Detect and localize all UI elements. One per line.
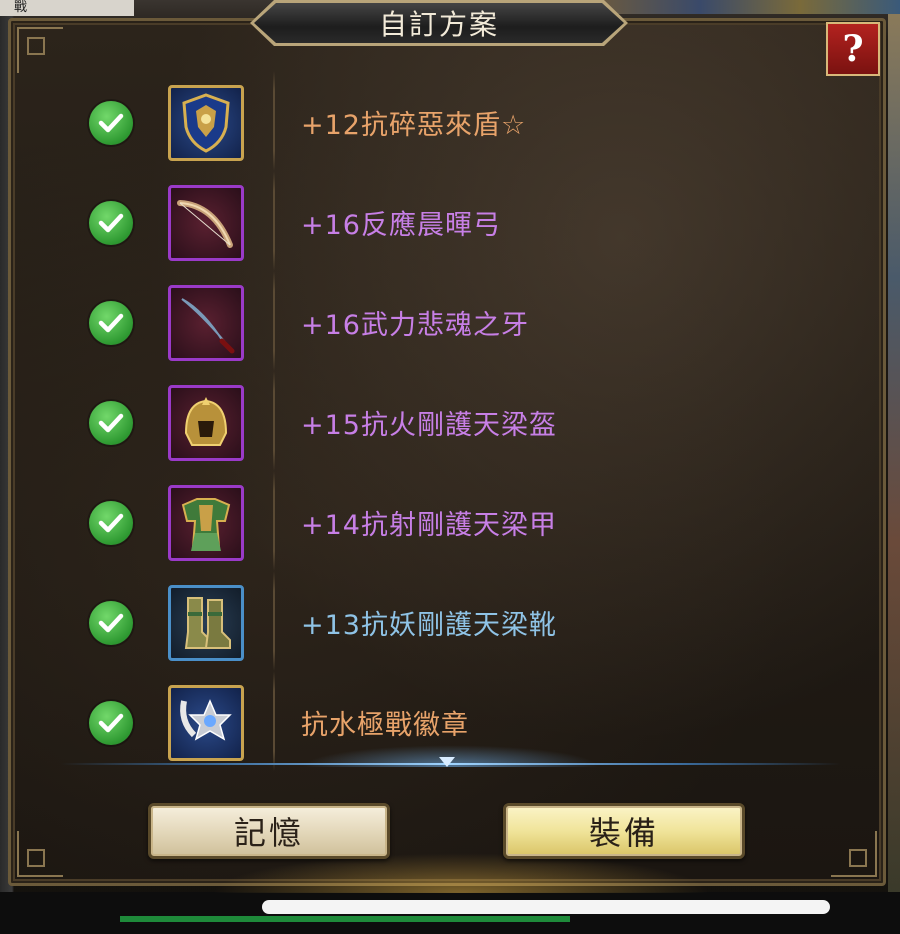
equipment-row[interactable]: +13抗妖剛護天梁靴: [11, 571, 891, 671]
scene-top-right-strip: [600, 0, 900, 14]
checkmark-icon[interactable]: [89, 501, 133, 545]
equipment-row[interactable]: +16武力悲魂之牙: [11, 271, 891, 371]
scene-top-left-label: 戰: [0, 0, 134, 16]
sword-icon[interactable]: [168, 285, 244, 361]
item-name: +14抗射剛護天梁甲: [301, 510, 557, 541]
armor-icon[interactable]: [168, 485, 244, 561]
equipment-row[interactable]: +16反應晨暉弓: [11, 171, 891, 271]
scroll-down-icon[interactable]: [439, 757, 455, 767]
equipment-row[interactable]: +14抗射剛護天梁甲: [11, 471, 891, 571]
window-title: 自訂方案: [378, 8, 499, 41]
row-divider: [273, 371, 275, 471]
memory-button[interactable]: 記憶: [148, 803, 390, 859]
corner-ornament: [831, 831, 877, 877]
checkmark-icon[interactable]: [89, 301, 133, 345]
scene-hp-bar: [120, 916, 570, 922]
help-button[interactable]: ?: [826, 22, 880, 76]
bottom-glow: [211, 853, 711, 893]
helmet-icon[interactable]: [168, 385, 244, 461]
checkmark-icon[interactable]: [89, 401, 133, 445]
shield-icon[interactable]: [168, 85, 244, 161]
row-divider: [273, 471, 275, 571]
row-divider: [273, 671, 275, 771]
item-name: 抗水極戰徽章: [301, 710, 469, 741]
item-name: +16武力悲魂之牙: [301, 310, 529, 341]
item-name: +15抗火剛護天梁盔: [301, 410, 557, 441]
corner-ornament: [17, 831, 63, 877]
row-divider: [273, 71, 275, 171]
equip-button[interactable]: 裝備: [503, 803, 745, 859]
row-divider: [273, 271, 275, 371]
checkmark-icon[interactable]: [89, 101, 133, 145]
checkmark-icon[interactable]: [89, 701, 133, 745]
badge-icon[interactable]: [168, 685, 244, 761]
corner-ornament: [17, 27, 63, 73]
title-plaque: 自訂方案: [254, 3, 624, 43]
item-name: +16反應晨暉弓: [301, 210, 501, 241]
checkmark-icon[interactable]: [89, 601, 133, 645]
home-indicator: [262, 900, 830, 914]
item-name: +13抗妖剛護天梁靴: [301, 610, 557, 641]
custom-plan-panel: +12抗碎惡來盾☆ +16反應晨暉弓 +16武力悲魂之牙 +15抗火剛護天梁盔 …: [8, 18, 886, 893]
checkmark-icon[interactable]: [89, 201, 133, 245]
equipment-row[interactable]: +12抗碎惡來盾☆: [11, 71, 891, 171]
boots-icon[interactable]: [168, 585, 244, 661]
bow-icon[interactable]: [168, 185, 244, 261]
row-divider: [273, 571, 275, 671]
row-divider: [273, 171, 275, 271]
item-name: +12抗碎惡來盾☆: [301, 110, 527, 141]
equipment-row[interactable]: +15抗火剛護天梁盔: [11, 371, 891, 471]
